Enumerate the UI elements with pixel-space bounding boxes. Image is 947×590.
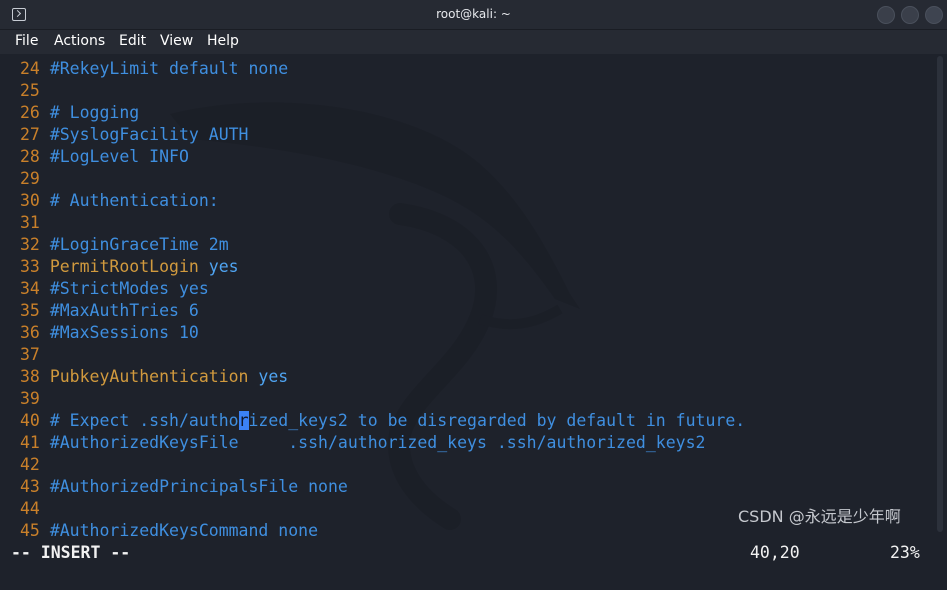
line-text: # Logging xyxy=(49,103,140,122)
editor-line: 25 xyxy=(20,80,50,102)
cursor-position: 40,20 xyxy=(750,543,800,562)
editor-line: 31 xyxy=(20,212,50,234)
line-number: 31 xyxy=(20,213,50,232)
line-number: 38 xyxy=(20,367,50,386)
line-text: #RekeyLimit default none xyxy=(49,59,289,78)
line-number: 33 xyxy=(20,257,50,276)
line-number: 27 xyxy=(20,125,50,144)
scrollbar[interactable] xyxy=(937,56,943,532)
editor-line: 27 #SyslogFacility AUTH xyxy=(20,124,249,146)
close-button[interactable] xyxy=(925,6,943,24)
editor-line: 44 xyxy=(20,498,50,520)
line-text: ized_keys2 to be disregarded by default … xyxy=(248,411,746,430)
line-number: 37 xyxy=(20,345,50,364)
editor-line: 42 xyxy=(20,454,50,476)
line-text: #MaxAuthTries 6 xyxy=(49,301,199,320)
line-number: 41 xyxy=(20,433,50,452)
scroll-percent: 23% xyxy=(890,543,920,562)
editor-line: 34 #StrictModes yes xyxy=(20,278,209,300)
editor-line: 36 #MaxSessions 10 xyxy=(20,322,199,344)
line-text: #LogLevel INFO xyxy=(49,147,189,166)
vim-status-bar: -- INSERT -- 40,20 23% xyxy=(0,542,947,564)
line-number: 26 xyxy=(20,103,50,122)
editor-line: 41 #AuthorizedKeysFile .ssh/authorized_k… xyxy=(20,432,705,454)
menu-view[interactable]: View xyxy=(160,33,193,49)
line-number: 28 xyxy=(20,147,50,166)
editor-line: 33 PermitRootLogin yes xyxy=(20,256,239,278)
line-text: # Authentication: xyxy=(49,191,219,210)
line-text: yes xyxy=(198,257,239,276)
title-bar: root@kali: ~ xyxy=(0,0,947,30)
mode-indicator: -- INSERT -- xyxy=(11,543,131,562)
line-number: 39 xyxy=(20,389,50,408)
line-number: 42 xyxy=(20,455,50,474)
kali-dragon-watermark-icon xyxy=(170,102,580,530)
text-cursor: r xyxy=(238,411,249,430)
line-number: 34 xyxy=(20,279,50,298)
line-number: 40 xyxy=(20,411,50,430)
minimize-button[interactable] xyxy=(877,6,895,24)
menu-help[interactable]: Help xyxy=(207,33,239,49)
menu-actions[interactable]: Actions xyxy=(54,33,105,49)
line-number: 43 xyxy=(20,477,50,496)
line-text: #AuthorizedKeysCommand none xyxy=(49,521,319,540)
menu-edit[interactable]: Edit xyxy=(119,33,146,49)
editor-line: 37 xyxy=(20,344,50,366)
line-text: # Expect .ssh/autho xyxy=(49,411,239,430)
editor-line: 35 #MaxAuthTries 6 xyxy=(20,300,199,322)
line-number: 36 xyxy=(20,323,50,342)
editor-line: 28 #LogLevel INFO xyxy=(20,146,189,168)
menu-file[interactable]: File xyxy=(15,33,38,49)
line-text: PermitRootLogin xyxy=(49,257,199,276)
line-number: 24 xyxy=(20,59,50,78)
line-number: 32 xyxy=(20,235,50,254)
line-text: #MaxSessions 10 xyxy=(49,323,199,342)
editor-line: 39 xyxy=(20,388,50,410)
line-number: 35 xyxy=(20,301,50,320)
editor-line: 30 # Authentication: xyxy=(20,190,219,212)
maximize-button[interactable] xyxy=(901,6,919,24)
line-number: 25 xyxy=(20,81,50,100)
line-number: 45 xyxy=(20,521,50,540)
editor-line: 43 #AuthorizedPrincipalsFile none xyxy=(20,476,348,498)
line-text: #LoginGraceTime 2m xyxy=(49,235,229,254)
csdn-watermark: CSDN @永远是少年啊 xyxy=(738,507,901,526)
line-text: yes xyxy=(248,367,289,386)
window-title: root@kali: ~ xyxy=(436,7,511,21)
line-text: PubkeyAuthentication xyxy=(49,367,249,386)
line-number: 29 xyxy=(20,169,50,188)
editor-line: 38 PubkeyAuthentication yes xyxy=(20,366,288,388)
line-text: #StrictModes yes xyxy=(49,279,209,298)
editor-line: 26 # Logging xyxy=(20,102,139,124)
line-text: #SyslogFacility AUTH xyxy=(49,125,249,144)
editor-line: 24 #RekeyLimit default none xyxy=(20,58,288,80)
menu-bar: File Actions Edit View Help xyxy=(0,30,947,54)
line-text: #AuthorizedKeysFile .ssh/authorized_keys… xyxy=(49,433,706,452)
editor-line: 29 xyxy=(20,168,50,190)
line-text: #AuthorizedPrincipalsFile none xyxy=(49,477,348,496)
editor-line: 32 #LoginGraceTime 2m xyxy=(20,234,229,256)
editor-line: 40 # Expect .ssh/authorized_keys2 to be … xyxy=(20,410,745,432)
line-number: 30 xyxy=(20,191,50,210)
editor-line: 45 #AuthorizedKeysCommand none xyxy=(20,520,318,542)
line-number: 44 xyxy=(20,499,50,518)
